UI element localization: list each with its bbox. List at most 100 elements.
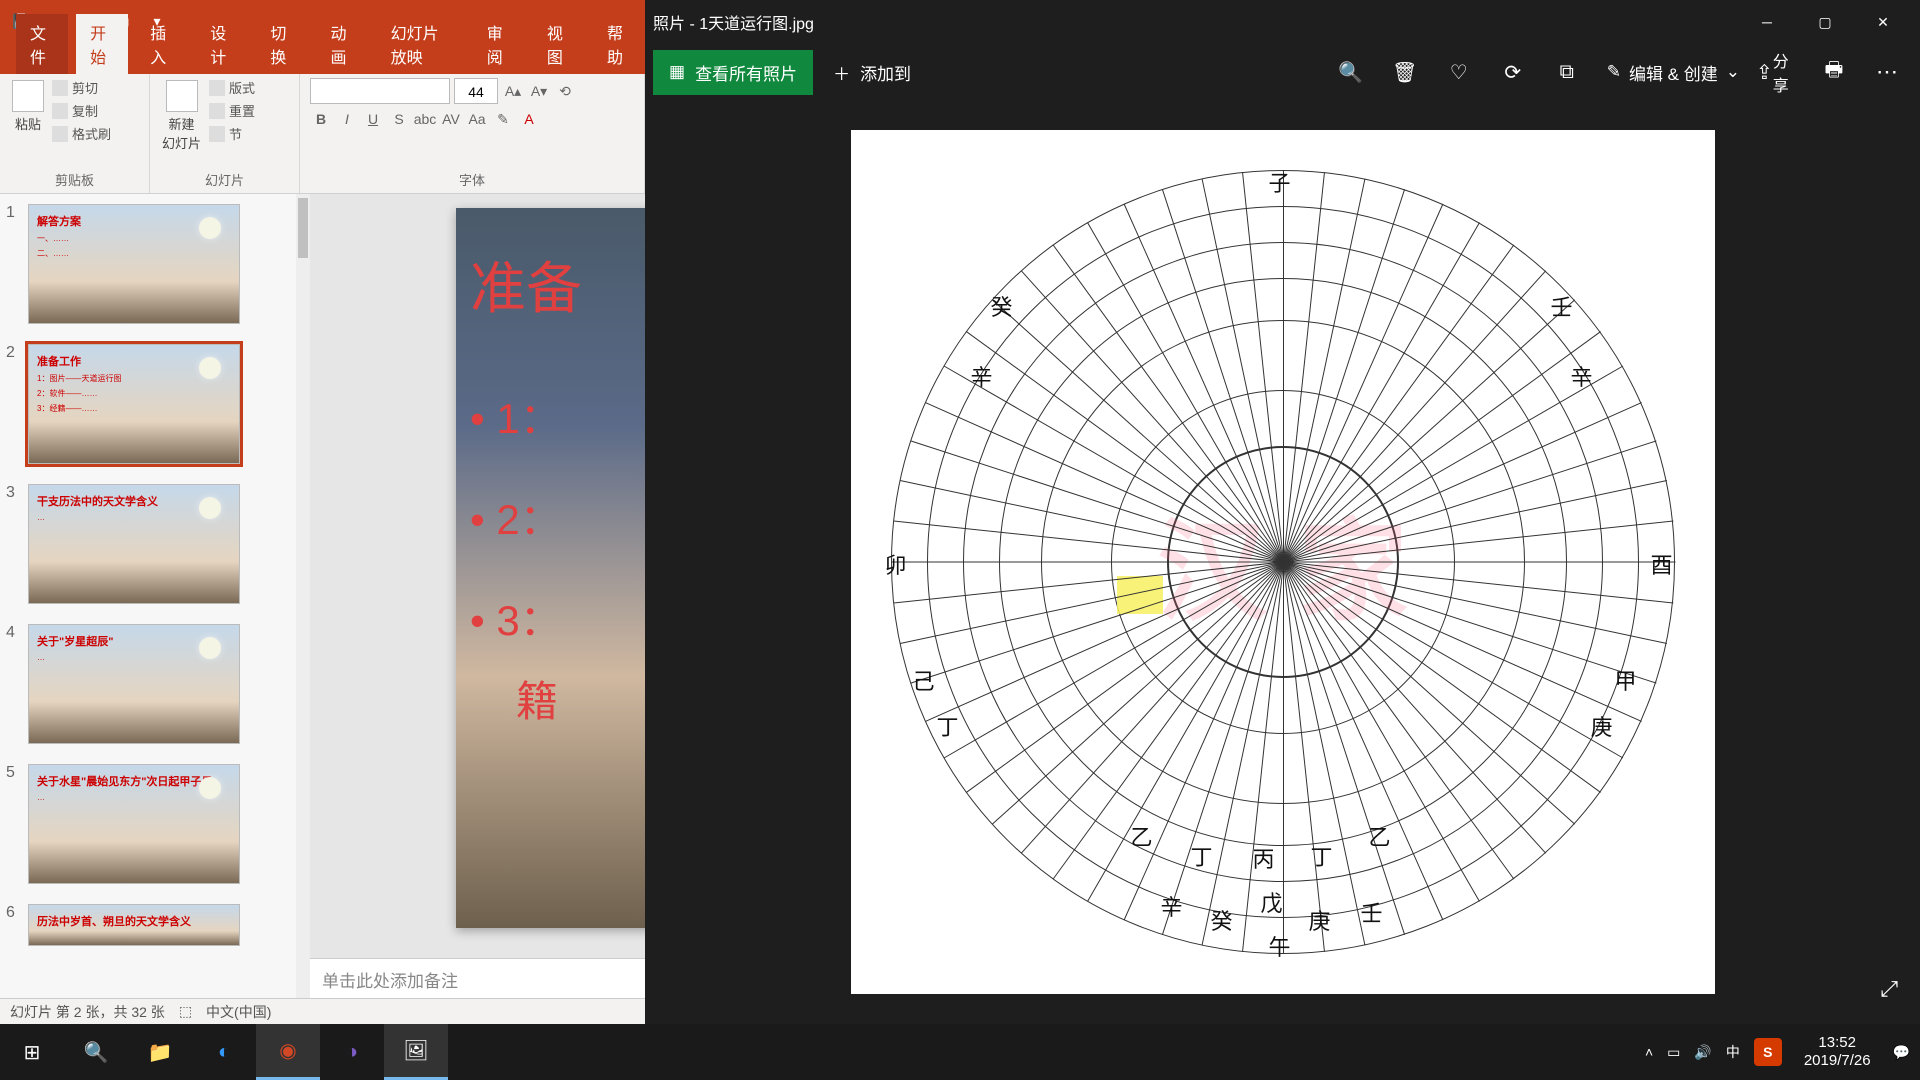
delete-button[interactable]: 🗑 [1381,48,1429,96]
bullet-3: • 3： [470,587,645,648]
status-lang-icon[interactable]: ⬚ [179,1003,192,1020]
clipboard-group-label: 剪贴板 [10,168,139,189]
slide-editor[interactable]: 准备 • 1： • 2： • 3： 籍 单击此处添加备注 [310,194,645,998]
moon-icon [199,777,221,799]
file-explorer[interactable]: 📁 [128,1024,192,1080]
scrollbar-handle[interactable] [298,198,308,258]
circular-diagram: 汉 家 子 午 卯 酉 戊 庚 壬 癸 辛 丙 丁 乙 丁 乙 壬 癸 [891,170,1675,954]
thumb-5[interactable]: 5关于水星"晨始见东方"次日起甲子日… [0,754,310,894]
font-size-select[interactable]: 44 [454,78,498,104]
thumb-num: 6 [6,904,20,946]
browser-app[interactable]: ◐ [192,1024,256,1080]
close-button[interactable]: ✕ [1854,0,1912,44]
thumb-3[interactable]: 3干支历法中的天文学含义… [0,474,310,614]
strike-button[interactable]: S [388,108,410,130]
italic-button[interactable]: I [336,108,358,130]
painter-button[interactable]: 格式刷 [52,124,111,143]
layout-button[interactable]: 版式 [209,78,255,97]
bullet-1: • 1： [470,385,645,446]
edit-create-button[interactable]: ✎编辑 & 创建⌄ [1597,60,1750,85]
copy-button[interactable]: 复制 [52,101,111,120]
clear-format[interactable]: ⟲ [554,80,576,102]
case-button[interactable]: Aa [466,108,488,130]
photo-stage[interactable]: 汉 家 子 午 卯 酉 戊 庚 壬 癸 辛 丙 丁 乙 丁 乙 壬 癸 [645,100,1920,1024]
slides-group-label: 幻灯片 [160,168,289,189]
thumbnail-pane: 1解答方案一、……二、…… 2准备工作1：图片——天道运行图2：软件——……3：… [0,194,310,998]
section-button[interactable]: 节 [209,124,255,143]
zoom-button[interactable]: 🔍 [1327,48,1375,96]
thumb-line: 2：软件——…… [37,388,231,399]
grid-icon: ▦ [669,62,685,82]
tab-animation[interactable]: 动画 [316,14,368,74]
underline-button[interactable]: U [362,108,384,130]
print-button[interactable]: 🖶 [1810,48,1858,96]
copy-label: 复制 [72,101,98,120]
shrink-font[interactable]: A▾ [528,80,550,102]
taskbar: ⊞ 🔍 📁 ◐ ◉ ◑ 🖼 ˄ ▭ 🔊 中 S 13:52 2019/7/26 … [0,1024,1920,1080]
paste-label: 粘贴 [15,114,41,133]
eclipse-app[interactable]: ◑ [320,1024,384,1080]
maximize-button[interactable]: ▢ [1796,0,1854,44]
tab-file[interactable]: 文件 [16,14,68,74]
bold-button[interactable]: B [310,108,332,130]
tab-transition[interactable]: 切换 [256,14,308,74]
reset-button[interactable]: 重置 [209,101,255,120]
font-color-button[interactable]: A [518,108,540,130]
thumb-num: 3 [6,484,20,604]
font-name-select[interactable] [310,78,450,104]
thumb-scrollbar[interactable] [296,194,310,998]
tab-help[interactable]: 帮助 [593,14,645,74]
new-slide-button[interactable]: 新建 幻灯片 [160,78,203,154]
layout-label: 版式 [229,78,255,97]
search-button[interactable]: 🔍 [64,1024,128,1080]
thumb-4[interactable]: 4关于"岁星超辰"… [0,614,310,754]
clock[interactable]: 13:52 2019/7/26 [1796,1034,1879,1070]
slide-canvas[interactable]: 准备 • 1： • 2： • 3： 籍 [456,208,645,928]
reset-icon [209,103,225,119]
paste-button[interactable]: 粘贴 [10,78,46,135]
favorite-button[interactable]: ♡ [1435,48,1483,96]
spacing-button[interactable]: AV [440,108,462,130]
photos-titlebar[interactable]: 照片 - 1天道运行图.jpg ─ ▢ ✕ [645,0,1920,44]
reset-label: 重置 [229,101,255,120]
tab-home[interactable]: 开始 [76,14,128,74]
tray-chevron[interactable]: ˄ [1645,1044,1653,1060]
start-button[interactable]: ⊞ [0,1024,64,1080]
ime-lang[interactable]: 中 [1726,1042,1740,1062]
thumb-2[interactable]: 2准备工作1：图片——天道运行图2：软件——……3：经籍——…… [0,334,310,474]
battery-icon[interactable]: ▭ [1667,1044,1680,1061]
fullscreen-button[interactable]: ⤢ [1880,976,1898,1002]
more-button[interactable]: ⋯ [1864,48,1912,96]
thumb-6[interactable]: 6历法中岁首、朔旦的天文学含义 [0,894,310,956]
clock-time: 13:52 [1804,1034,1871,1052]
add-to-button[interactable]: ＋添加到 [819,50,925,95]
powerpoint-app[interactable]: ◉ [256,1024,320,1080]
clock-date: 2019/7/26 [1804,1052,1871,1070]
volume-icon[interactable]: 🔊 [1694,1044,1711,1061]
tab-view[interactable]: 视图 [533,14,585,74]
share-button[interactable]: ⇪ 分享 [1756,48,1804,96]
tab-review[interactable]: 审阅 [473,14,525,74]
cut-button[interactable]: 剪切 [52,78,111,97]
cut-icon [52,80,68,96]
highlight-button[interactable]: ✎ [492,108,514,130]
edit-create-label: 编辑 & 创建 [1629,60,1718,85]
powerpoint-window: 💾 ↶ ↷ ▢ ▾ 文件 开始 插入 设计 切换 动画 幻灯片放映 审阅 视图 … [0,0,645,1024]
photos-app[interactable]: 🖼 [384,1024,448,1080]
rotate-button[interactable]: ⟳ [1489,48,1537,96]
tab-insert[interactable]: 插入 [136,14,188,74]
thumb-num: 1 [6,204,20,324]
shadow-button[interactable]: abc [414,108,436,130]
notes-pane[interactable]: 单击此处添加备注 [310,958,645,998]
share-label: 分享 [1773,48,1804,96]
crop-button[interactable]: ⧉ [1543,48,1591,96]
ime-indicator[interactable]: S [1754,1038,1782,1066]
thumb-1[interactable]: 1解答方案一、……二、…… [0,194,310,334]
see-all-photos-button[interactable]: ▦查看所有照片 [653,50,813,95]
minimize-button[interactable]: ─ [1738,0,1796,44]
notifications-button[interactable]: 💬 [1893,1044,1910,1061]
tab-design[interactable]: 设计 [196,14,248,74]
tab-slideshow[interactable]: 幻灯片放映 [377,14,465,74]
grow-font[interactable]: A▴ [502,80,524,102]
cut-label: 剪切 [72,78,98,97]
